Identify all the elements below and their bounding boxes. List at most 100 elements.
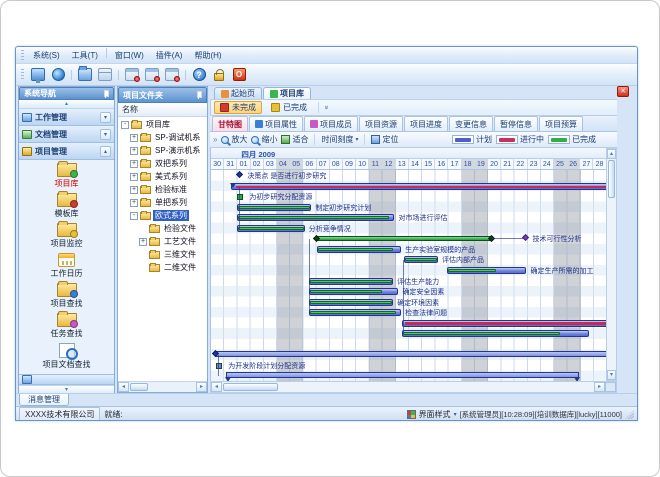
scroll-up-icon[interactable]: ▴ [607,149,616,159]
collapse-icon[interactable]: - [130,212,138,220]
task-bar[interactable] [317,246,401,253]
scroll-left-icon[interactable]: ◂ [211,382,222,392]
nav-group-项目管理[interactable]: 项目管理▴ [19,143,114,160]
tab-项目库[interactable]: 项目库 [263,87,311,99]
menu-item[interactable]: 帮助(H) [188,48,227,63]
scroll-thumb[interactable] [223,383,278,391]
close-tab-button[interactable]: ✕ [617,86,629,97]
sidebar-item-项目监控[interactable]: 项目监控 [22,223,112,249]
view-tab-项目属性[interactable]: 项目属性 [249,116,303,131]
scroll-thumb[interactable] [130,383,148,391]
nav-group-partial[interactable] [19,374,114,385]
menu-item[interactable]: 工具(T) [66,48,104,63]
window-alert-button[interactable] [163,66,181,84]
tree-node-项目库[interactable]: -项目库 [118,118,207,131]
sidebar-item-项目库[interactable]: 项目库 [22,163,112,189]
view-tab-项目成员[interactable]: 项目成员 [304,116,358,131]
task-bar[interactable] [404,256,438,263]
expand-icon[interactable]: + [130,134,138,142]
sidebar-item-任务查找[interactable]: 任务查找 [22,313,112,339]
summary-bar-progress[interactable] [402,320,606,327]
locate-button[interactable]: 定位 [371,134,398,145]
power-button[interactable]: O [230,66,248,84]
menu-item[interactable]: 插件(A) [150,48,189,63]
tree-node-二维文件[interactable]: 二维文件 [118,261,207,274]
task-bar[interactable] [447,267,526,274]
view-tab-项目预算[interactable]: 项目预算 [539,116,583,131]
expand-icon[interactable]: + [130,173,138,181]
task-bar[interactable] [237,214,394,221]
zoom-out-button[interactable]: 缩小 [251,134,277,145]
monitor-button[interactable] [29,66,47,84]
gantt-vscrollbar[interactable]: ▴ ▾ [606,148,617,381]
task-bar[interactable] [402,330,588,337]
lock-button[interactable] [210,66,228,84]
help-button[interactable]: ? [190,66,208,84]
time-scale-button[interactable]: 时间刻度▾ [321,134,358,145]
scroll-right-icon[interactable]: ▸ [594,382,605,392]
task-bar[interactable] [309,278,393,285]
scroll-left-icon[interactable]: ◂ [118,382,129,392]
tree-node-美式系列[interactable]: +美式系列 [118,170,207,183]
view-tab-项目资源[interactable]: 项目资源 [359,116,403,131]
layout-button[interactable] [96,66,114,84]
summary-bracket-bar[interactable] [226,372,580,378]
mail-badge-button[interactable] [123,66,141,84]
view-tab-暂停信息[interactable]: 暂停信息 [494,116,538,131]
pin-icon[interactable] [194,91,202,99]
tree-node-SP-演示机系[interactable]: +SP-演示机系 [118,144,207,157]
chevron-down-icon[interactable]: ▾ [100,112,111,123]
task-bar[interactable] [309,299,393,306]
globe-button[interactable] [49,66,67,84]
task-bar[interactable] [309,288,399,295]
task-bar[interactable] [237,225,304,232]
nav-group-文档管理[interactable]: 文档管理▾ [19,126,114,143]
gantt-plot[interactable]: 决策点 是否进行初步研究为初步研究分配资源制定初步研究计划对市场进行评估分析竞争… [211,170,606,381]
nav-group-工作管理[interactable]: 工作管理▾ [19,109,114,126]
expand-icon[interactable]: + [130,147,138,155]
expand-icon[interactable]: + [130,160,138,168]
scroll-right-icon[interactable]: ▸ [196,382,207,392]
menu-item[interactable]: 窗口(W) [109,48,150,63]
summary-bar-done[interactable] [317,236,493,241]
view-tab-项目进度[interactable]: 项目进度 [404,116,448,131]
sidebar-item-项目查找[interactable]: 项目查找 [22,283,112,309]
gantt-hscrollbar[interactable]: ◂ ▸ [210,381,617,393]
collapse-icon[interactable]: - [121,121,129,129]
message-management-tab[interactable]: 消息管理 [19,394,69,406]
window-badge-button[interactable] [143,66,161,84]
scroll-thumb[interactable] [608,160,615,198]
expand-icon[interactable]: + [130,199,138,207]
tree-node-欧式系列[interactable]: -欧式系列 [118,209,207,222]
chevron-down-icon[interactable]: ▾ [100,129,111,140]
sidebar-item-模板库[interactable]: 模板库 [22,193,112,219]
fit-button[interactable]: 适合 [281,134,308,145]
summary-bar-plan[interactable] [231,183,606,190]
folder-button[interactable] [76,66,94,84]
overflow-icon[interactable]: » [213,135,217,144]
tree-node-工艺文件[interactable]: +工艺文件 [118,235,207,248]
interface-style-button[interactable]: 界面样式 [419,409,451,420]
tree-node-检验标准[interactable]: +检验标准 [118,183,207,196]
expand-icon[interactable]: + [139,238,147,246]
view-tab-变更信息[interactable]: 变更信息 [449,116,493,131]
scroll-down-icon[interactable]: ▾ [607,370,616,380]
tree-hscrollbar[interactable]: ◂ ▸ [118,381,207,392]
filter-未完成[interactable]: 未完成 [214,101,262,114]
tree-node-双把系列[interactable]: +双把系列 [118,157,207,170]
tree-node-SP-调试机系[interactable]: +SP-调试机系 [118,131,207,144]
task-bar[interactable] [309,309,401,316]
zoom-in-button[interactable]: 放大 [221,134,247,145]
tree-node-单把系列[interactable]: +单把系列 [118,196,207,209]
tree-node-三维文件[interactable]: 三维文件 [118,248,207,261]
task-bar[interactable] [237,204,311,211]
tree-column-header[interactable]: 名称 [118,103,207,117]
view-tab-甘特图[interactable]: 甘特图 [212,116,248,131]
menu-item[interactable]: 系统(S) [27,48,66,63]
sidebar-item-工作日历[interactable]: 工作日历 [22,253,112,279]
pin-icon[interactable] [101,90,109,98]
expand-icon[interactable]: + [130,186,138,194]
sidebar-item-项目文档查找[interactable]: 项目文档查找 [22,343,112,370]
tab-起始页[interactable]: 起始页 [214,87,262,99]
chevron-double-down-icon[interactable]: » [322,106,329,110]
